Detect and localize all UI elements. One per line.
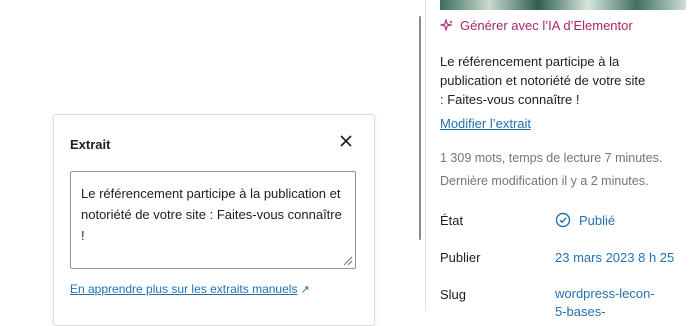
generate-ai-label: Générer avec l’IA d’Elementor [460,18,633,33]
modify-excerpt-link[interactable]: Modifier l’extrait [440,116,531,131]
slug-button[interactable]: wordpress-lecon-5-bases- [555,285,665,321]
publish-date-button[interactable]: 23 mars 2023 8 h 25 [555,250,674,265]
close-button[interactable] [336,131,356,151]
popover-title: Extrait [70,137,111,152]
status-value: Publié [579,212,616,228]
published-check-icon [555,212,571,228]
sparkle-icon [440,18,454,32]
close-icon [340,135,352,147]
status-button[interactable]: Publié [555,212,615,228]
learn-more-label: En apprendre plus sur les extraits manue… [70,282,298,296]
settings-sidebar: Générer avec l’IA d’Elementor Le référen… [425,0,698,319]
excerpt-text: Le référencement participe à la publicat… [81,186,342,243]
publish-label: Publier [440,250,481,265]
featured-image-thumbnail[interactable] [440,0,686,10]
excerpt-popover: Extrait Le référencement participe à la … [53,114,375,326]
resize-grip-icon[interactable] [341,254,353,266]
excerpt-textarea[interactable]: Le référencement participe à la publicat… [70,171,356,269]
last-modified: Dernière modification il y a 2 minutes. [440,174,649,188]
external-link-icon: ↗ [300,284,310,296]
status-label: État [440,213,464,228]
learn-more-link[interactable]: En apprendre plus sur les extraits manue… [70,282,310,296]
word-count: 1 309 mots, temps de lecture 7 minutes. [440,151,663,165]
excerpt-preview: Le référencement participe à la publicat… [440,54,646,107]
generate-ai-button[interactable]: Générer avec l’IA d’Elementor [440,18,633,33]
slug-label: Slug [440,287,467,302]
scrollbar[interactable] [419,16,421,240]
